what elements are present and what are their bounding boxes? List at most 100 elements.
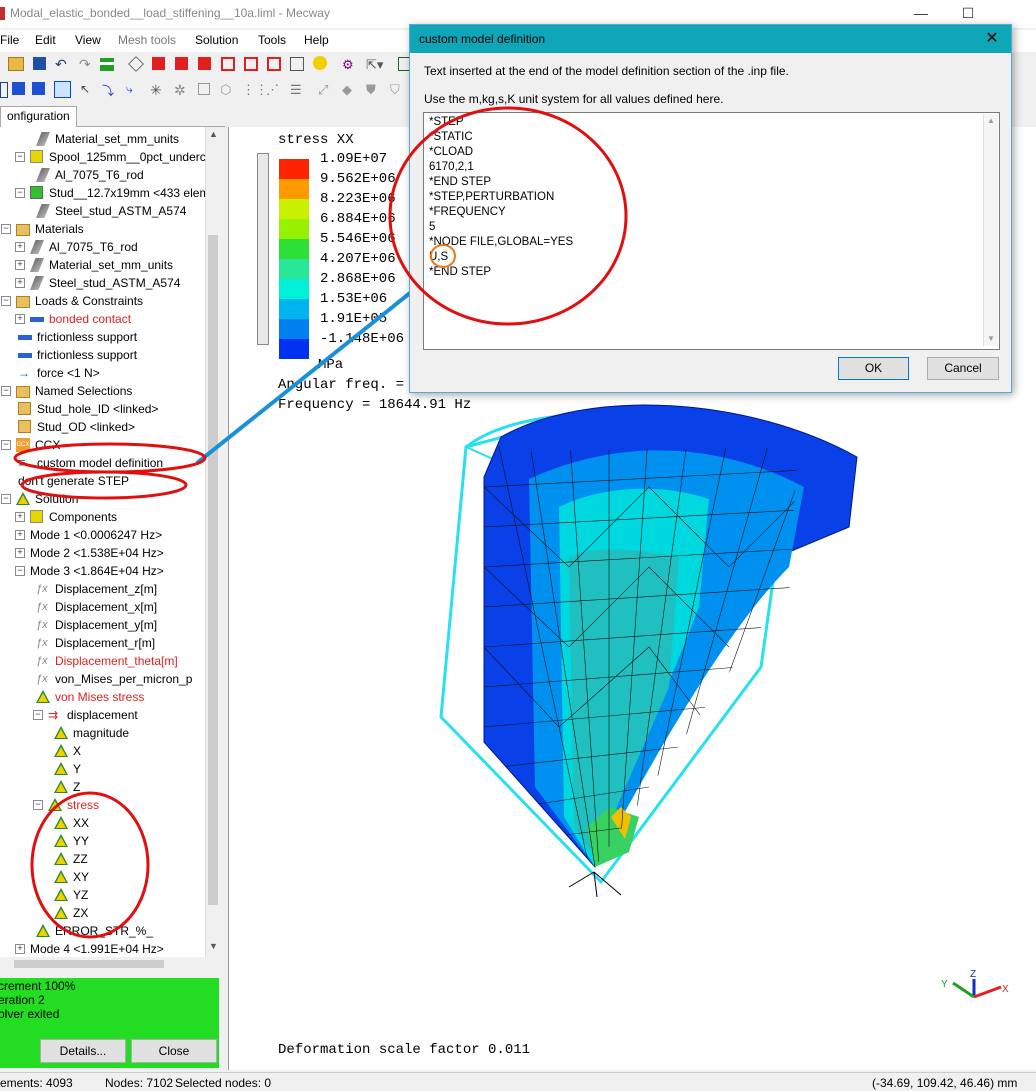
tree-item[interactable]: + Mode 2 <1.538E+04 Hz>: [0, 544, 205, 562]
tree-item[interactable]: frictionless support: [0, 328, 205, 346]
tree-item[interactable]: + Components: [0, 508, 205, 526]
expand-icon[interactable]: +: [15, 260, 25, 270]
expand-icon[interactable]: +: [15, 944, 25, 954]
collapse-icon[interactable]: −: [1, 224, 11, 234]
tree-item[interactable]: Material_set_mm_units: [0, 130, 205, 148]
tree-item[interactable]: ≡ custom model definition: [0, 454, 205, 472]
tree-item[interactable]: + Material_set_mm_units: [0, 256, 205, 274]
nodes-icon[interactable]: ⋮⋮: [242, 82, 268, 100]
solve-icon[interactable]: [100, 58, 114, 65]
cancel-button[interactable]: Cancel: [927, 357, 999, 380]
tree-item[interactable]: ƒx Displacement_theta[m]: [0, 652, 205, 670]
tree-item[interactable]: − Loads & Constraints: [0, 292, 205, 310]
clip-icon[interactable]: ⛊: [366, 82, 384, 100]
select-extra-icon[interactable]: ⤷: [126, 82, 144, 100]
tree-item[interactable]: − Mode 3 <1.864E+04 Hz>: [0, 562, 205, 580]
collapse-icon[interactable]: −: [15, 566, 25, 576]
tree-item[interactable]: X: [0, 742, 205, 760]
lines-icon[interactable]: ☰: [290, 82, 308, 100]
save-icon[interactable]: [33, 57, 46, 70]
view-right-icon[interactable]: [221, 57, 235, 71]
textarea-scroll-up-icon[interactable]: ▲: [987, 116, 995, 125]
collapse-icon[interactable]: −: [15, 152, 25, 162]
transform-icon[interactable]: ⤢: [318, 82, 336, 100]
tree-item[interactable]: ƒx von_Mises_per_micron_p: [0, 670, 205, 688]
menu-tools[interactable]: Tools: [258, 33, 286, 47]
menu-solution[interactable]: Solution: [195, 33, 238, 47]
tree-item[interactable]: ZX: [0, 904, 205, 922]
tree-item[interactable]: XY: [0, 868, 205, 886]
view-left-icon[interactable]: [198, 57, 211, 70]
model-tree[interactable]: Material_set_mm_units − Spool_125mm__0pct_…: [0, 127, 205, 957]
tree-item[interactable]: − Named Selections: [0, 382, 205, 400]
tree-item[interactable]: Z: [0, 778, 205, 796]
tree-item[interactable]: − Stud__12.7x19mm <433 elem: [0, 184, 205, 202]
tree-item[interactable]: XX: [0, 814, 205, 832]
tree-item[interactable]: ƒx Displacement_x[m]: [0, 598, 205, 616]
expand-icon[interactable]: +: [15, 512, 25, 522]
tree-item[interactable]: + Mode 1 <0.0006247 Hz>: [0, 526, 205, 544]
expand-icon[interactable]: +: [15, 278, 25, 288]
redo-icon[interactable]: ↷: [79, 56, 97, 74]
explode-icon[interactable]: ✳: [150, 82, 168, 100]
select-chain-icon[interactable]: ⤵: [102, 82, 120, 100]
tree-item[interactable]: ERROR_STR_%_: [0, 922, 205, 940]
collapse-icon[interactable]: −: [15, 188, 25, 198]
tree-item[interactable]: don't generate STEP: [0, 472, 205, 490]
tree-item[interactable]: magnitude: [0, 724, 205, 742]
collapse-icon[interactable]: −: [33, 800, 43, 810]
cube-icon[interactable]: ⬡: [220, 82, 238, 100]
collapse-icon[interactable]: −: [1, 440, 11, 450]
scroll-up-icon[interactable]: ▲: [209, 129, 218, 139]
edges-icon[interactable]: ⋰: [266, 82, 284, 100]
tree-item[interactable]: + Al_7075_T6_rod: [0, 238, 205, 256]
tree-item[interactable]: Y: [0, 760, 205, 778]
textarea-scrollbar[interactable]: ▲ ▼: [983, 114, 998, 346]
menu-mesh-tools[interactable]: Mesh tools: [118, 33, 176, 47]
view-iso-icon[interactable]: [128, 56, 144, 72]
expand-icon[interactable]: +: [15, 242, 25, 252]
tree-item[interactable]: Steel_stud_ASTM_A574: [0, 202, 205, 220]
wireframe-icon[interactable]: [198, 83, 210, 95]
ok-button[interactable]: OK: [838, 357, 909, 380]
tree-item[interactable]: + Steel_stud_ASTM_A574: [0, 274, 205, 292]
collapse-icon[interactable]: −: [1, 296, 11, 306]
box-select-icon[interactable]: [54, 81, 71, 98]
tree-item[interactable]: ƒx Displacement_y[m]: [0, 616, 205, 634]
tree-item[interactable]: ZZ: [0, 850, 205, 868]
tree-item[interactable]: − Solution: [0, 490, 205, 508]
tree-item[interactable]: Stud_hole_ID <linked>: [0, 400, 205, 418]
render-icon[interactable]: ⚙: [342, 57, 360, 75]
cursor-dropdown-icon[interactable]: ⇱▾: [366, 57, 384, 75]
view-bottom-icon[interactable]: [267, 57, 281, 71]
tree-item[interactable]: − Materials: [0, 220, 205, 238]
tree-hscroll-thumb[interactable]: [14, 960, 164, 968]
tree-item[interactable]: − Spool_125mm__0pct_undercu: [0, 148, 205, 166]
scroll-down-icon[interactable]: ▼: [209, 941, 218, 951]
select-element-icon[interactable]: [12, 82, 25, 95]
collapse-icon[interactable]: −: [33, 710, 43, 720]
menu-file[interactable]: File: [0, 33, 19, 47]
definition-textarea[interactable]: *STEP *STATIC *CLOAD 6170,2,1 *END STEP *STEP…: [423, 112, 1000, 350]
menu-help[interactable]: Help: [304, 33, 329, 47]
collapse-icon[interactable]: −: [1, 494, 11, 504]
pointer-icon[interactable]: ↖: [80, 82, 98, 100]
view-top-icon[interactable]: [244, 57, 258, 71]
select-face-icon[interactable]: [32, 82, 45, 95]
details-button[interactable]: Details...: [40, 1039, 126, 1063]
menu-view[interactable]: View: [75, 33, 101, 47]
open-icon[interactable]: [8, 57, 24, 71]
section-icon[interactable]: ⛉: [390, 82, 408, 100]
view-back-icon[interactable]: [175, 57, 188, 70]
view-front-icon[interactable]: [152, 57, 165, 70]
tree-item[interactable]: YY: [0, 832, 205, 850]
tab-configuration[interactable]: onfiguration: [0, 106, 77, 127]
tree-item[interactable]: − ⇉ displacement: [0, 706, 205, 724]
menu-edit[interactable]: Edit: [35, 33, 56, 47]
collapse-icon[interactable]: −: [1, 386, 11, 396]
zoom-box-icon[interactable]: [290, 57, 304, 71]
tree-item[interactable]: ƒx Displacement_z[m]: [0, 580, 205, 598]
fill-icon[interactable]: ◆: [342, 82, 360, 100]
tree-item[interactable]: frictionless support: [0, 346, 205, 364]
zoom-fit-icon[interactable]: [313, 56, 327, 70]
